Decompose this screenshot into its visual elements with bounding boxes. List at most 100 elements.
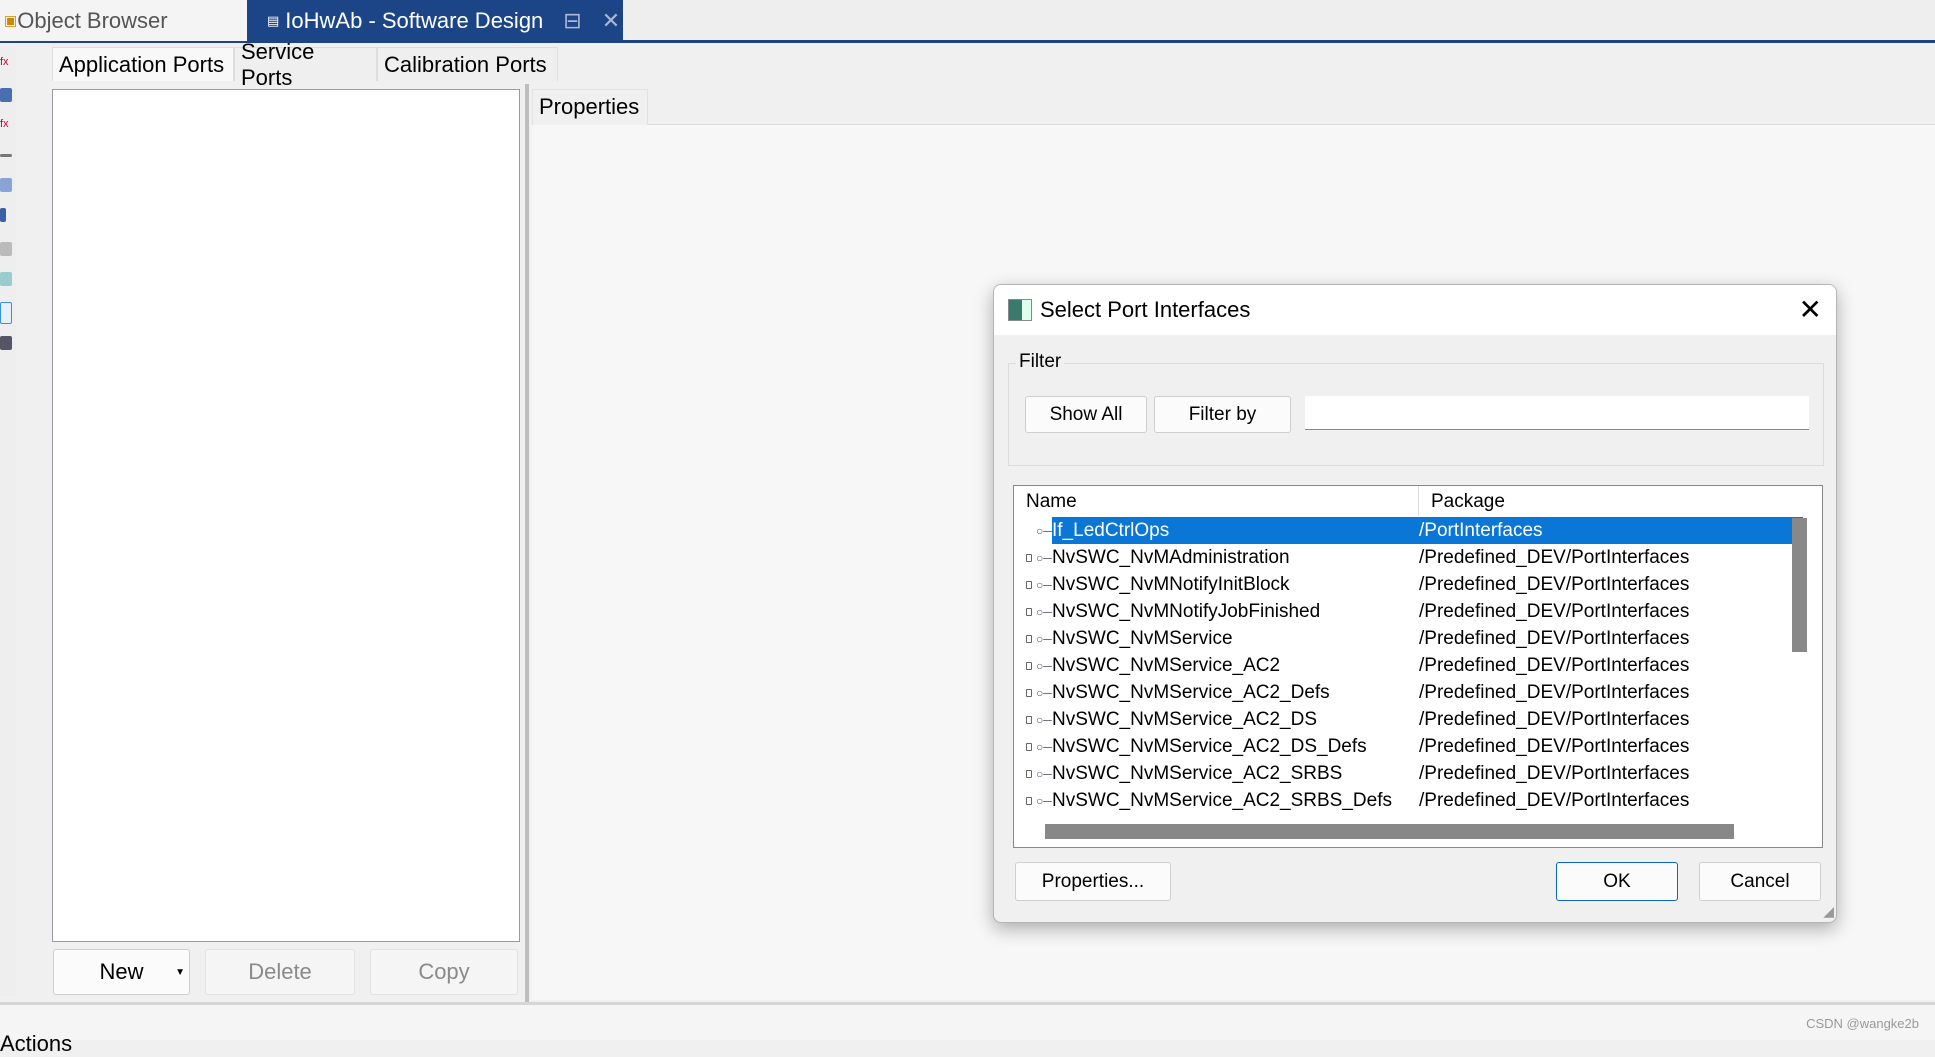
tab-application-ports[interactable]: Application Ports bbox=[52, 47, 234, 81]
ok-button[interactable]: OK bbox=[1556, 862, 1678, 901]
column-header-package[interactable]: Package bbox=[1431, 491, 1505, 513]
table-icon[interactable] bbox=[0, 336, 12, 350]
row-name: NvSWC_NvMService_AC2_SRBS_Defs bbox=[1052, 790, 1392, 811]
lock-icon bbox=[1026, 554, 1032, 562]
document-tab-bar: ▣ Object Browser ▤ IoHwAb - Software Desig… bbox=[0, 0, 1935, 43]
row-name: If_LedCtrlOps bbox=[1052, 520, 1170, 541]
row-name: NvSWC_NvMService_AC2_Defs bbox=[1052, 682, 1330, 703]
list-selected-icon[interactable] bbox=[0, 302, 12, 324]
interface-icon: ○─ bbox=[1036, 740, 1052, 754]
vertical-scrollbar[interactable] bbox=[1792, 518, 1807, 652]
properties-button[interactable]: Properties... bbox=[1015, 862, 1171, 901]
port-interface-list[interactable]: Name Package ○─ If_LedCtrlOps/PortInterfa… bbox=[1013, 485, 1823, 848]
row-name: NvSWC_NvMNotifyJobFinished bbox=[1052, 601, 1321, 622]
row-name: NvSWC_NvMService_AC2_DS bbox=[1052, 709, 1318, 730]
row-name: NvSWC_NvMService_AC2 bbox=[1052, 655, 1281, 676]
row-package: /Predefined_DEV/PortInterfaces bbox=[1419, 790, 1690, 811]
interface-icon: ○─ bbox=[1036, 524, 1052, 538]
list-item[interactable]: ○─ NvSWC_NvMAdministration/Predefined_DEV… bbox=[1014, 544, 1804, 571]
function-icon[interactable]: fx bbox=[0, 56, 12, 70]
select-port-interfaces-dialog: Select Port Interfaces ✕ Filter Show All… bbox=[993, 284, 1837, 923]
lock-icon bbox=[1026, 797, 1032, 805]
tab-properties[interactable]: Properties bbox=[532, 89, 648, 125]
row-package: /Predefined_DEV/PortInterfaces bbox=[1419, 628, 1690, 649]
row-name: NvSWC_NvMService_AC2_SRBS bbox=[1052, 763, 1343, 784]
cancel-button[interactable]: Cancel bbox=[1699, 862, 1821, 901]
interface-icon: ○─ bbox=[1036, 578, 1052, 592]
list-item[interactable]: ○─ NvSWC_NvMNotifyInitBlock/Predefined_DE… bbox=[1014, 571, 1804, 598]
box-icon[interactable] bbox=[0, 242, 12, 256]
list-item[interactable]: ○─ NvSWC_NvMService_AC2_DS/Predefined_DEV… bbox=[1014, 706, 1804, 733]
row-package: /Predefined_DEV/PortInterfaces bbox=[1419, 574, 1690, 595]
interface-icon: ○─ bbox=[1036, 794, 1052, 808]
row-name: NvSWC_NvMService_AC2_DS_Defs bbox=[1052, 736, 1367, 757]
lock-icon bbox=[1026, 770, 1032, 778]
function-icon[interactable]: fx bbox=[0, 118, 12, 132]
row-name: NvSWC_NvMService bbox=[1052, 628, 1233, 649]
list-item[interactable]: ○─ NvSWC_NvMNotifyJobFinished/Predefined_… bbox=[1014, 598, 1804, 625]
lock-icon bbox=[1026, 581, 1032, 589]
list-icon[interactable] bbox=[0, 272, 12, 286]
row-package: /Predefined_DEV/PortInterfaces bbox=[1419, 655, 1690, 676]
interface-icon: ○─ bbox=[1036, 551, 1052, 565]
list-item[interactable]: ○─ If_LedCtrlOps/PortInterfaces bbox=[1014, 517, 1804, 544]
resize-grip-icon[interactable]: ◢ bbox=[1823, 903, 1834, 920]
lock-icon bbox=[1026, 662, 1032, 670]
tab-service-ports[interactable]: Service Ports bbox=[234, 39, 377, 90]
interface-icon: ○─ bbox=[1036, 767, 1052, 781]
row-package: /Predefined_DEV/PortInterfaces bbox=[1419, 682, 1690, 703]
row-name: NvSWC_NvMNotifyInitBlock bbox=[1052, 574, 1290, 595]
actions-panel: Actions bbox=[0, 1002, 1935, 1056]
dialog-app-icon bbox=[1008, 299, 1032, 321]
interface-icon: ○─ bbox=[1036, 659, 1052, 673]
row-package: /PortInterfaces bbox=[1419, 520, 1543, 541]
list-header: Name Package bbox=[1014, 486, 1822, 516]
list-item[interactable]: ○─ NvSWC_NvMService_AC2_DS_Defs/Predefine… bbox=[1014, 733, 1804, 760]
list-item[interactable]: ○─ NvSWC_NvMService/Predefined_DEV/PortIn… bbox=[1014, 625, 1804, 652]
lock-icon[interactable] bbox=[0, 88, 12, 102]
interface-icon: ○─ bbox=[1036, 686, 1052, 700]
dialog-title: Select Port Interfaces bbox=[1040, 297, 1251, 322]
design-icon: ▤ bbox=[267, 12, 280, 28]
row-package: /Predefined_DEV/PortInterfaces bbox=[1419, 736, 1690, 757]
filter-by-button[interactable]: Filter by bbox=[1154, 396, 1291, 433]
tab-software-design[interactable]: ▤ IoHwAb - Software Design ⊟ ✕ bbox=[247, 0, 623, 41]
connector-icon[interactable] bbox=[0, 208, 6, 222]
pin-icon[interactable]: ⊟ bbox=[563, 8, 581, 34]
interface-icon: ○─ bbox=[1036, 605, 1052, 619]
new-button[interactable]: New ▼ bbox=[53, 949, 190, 995]
lock-icon bbox=[1026, 608, 1032, 616]
delete-button[interactable]: Delete bbox=[205, 949, 355, 995]
toolbox-strip: fx fx bbox=[0, 46, 16, 996]
list-item[interactable]: ○─ NvSWC_NvMService_AC2_SRBS_Defs/Predefi… bbox=[1014, 787, 1804, 814]
tab-object-browser[interactable]: ▣ Object Browser bbox=[0, 0, 247, 41]
interface-icon: ○─ bbox=[1036, 632, 1052, 646]
list-item[interactable]: ○─ NvSWC_NvMService_AC2/Predefined_DEV/Po… bbox=[1014, 652, 1804, 679]
list-item[interactable]: ○─ NvSWC_NvMService_AC2_Defs/Predefined_D… bbox=[1014, 679, 1804, 706]
object-browser-icon: ▣ bbox=[4, 12, 18, 28]
document-icon[interactable] bbox=[0, 178, 12, 192]
copy-button[interactable]: Copy bbox=[370, 949, 518, 995]
row-package: /Predefined_DEV/PortInterfaces bbox=[1419, 547, 1690, 568]
watermark: CSDN @wangke2b bbox=[1806, 1016, 1919, 1031]
tab-calibration-ports[interactable]: Calibration Ports bbox=[377, 47, 558, 81]
list-item[interactable]: ○─ NvSWC_NvMService_AC2_SRBS/Predefined_D… bbox=[1014, 760, 1804, 787]
separator-icon bbox=[0, 154, 12, 157]
dialog-title-bar: Select Port Interfaces bbox=[994, 285, 1836, 335]
column-header-name[interactable]: Name bbox=[1026, 491, 1077, 513]
actions-title: Actions bbox=[0, 1031, 73, 1056]
ports-list[interactable] bbox=[52, 89, 520, 942]
show-all-button[interactable]: Show All bbox=[1025, 396, 1147, 433]
lock-icon bbox=[1026, 743, 1032, 751]
filter-label: Filter bbox=[1016, 351, 1065, 373]
lock-icon bbox=[1026, 689, 1032, 697]
column-separator[interactable] bbox=[1418, 486, 1419, 516]
close-icon[interactable]: ✕ bbox=[1799, 293, 1822, 326]
horizontal-scrollbar[interactable] bbox=[1045, 824, 1734, 839]
filter-input[interactable] bbox=[1305, 396, 1809, 430]
splitter[interactable] bbox=[525, 84, 529, 1002]
row-name: NvSWC_NvMAdministration bbox=[1052, 547, 1290, 568]
close-icon[interactable]: ✕ bbox=[602, 8, 620, 34]
dropdown-arrow-icon[interactable]: ▼ bbox=[175, 967, 185, 978]
lock-icon bbox=[1026, 635, 1032, 643]
